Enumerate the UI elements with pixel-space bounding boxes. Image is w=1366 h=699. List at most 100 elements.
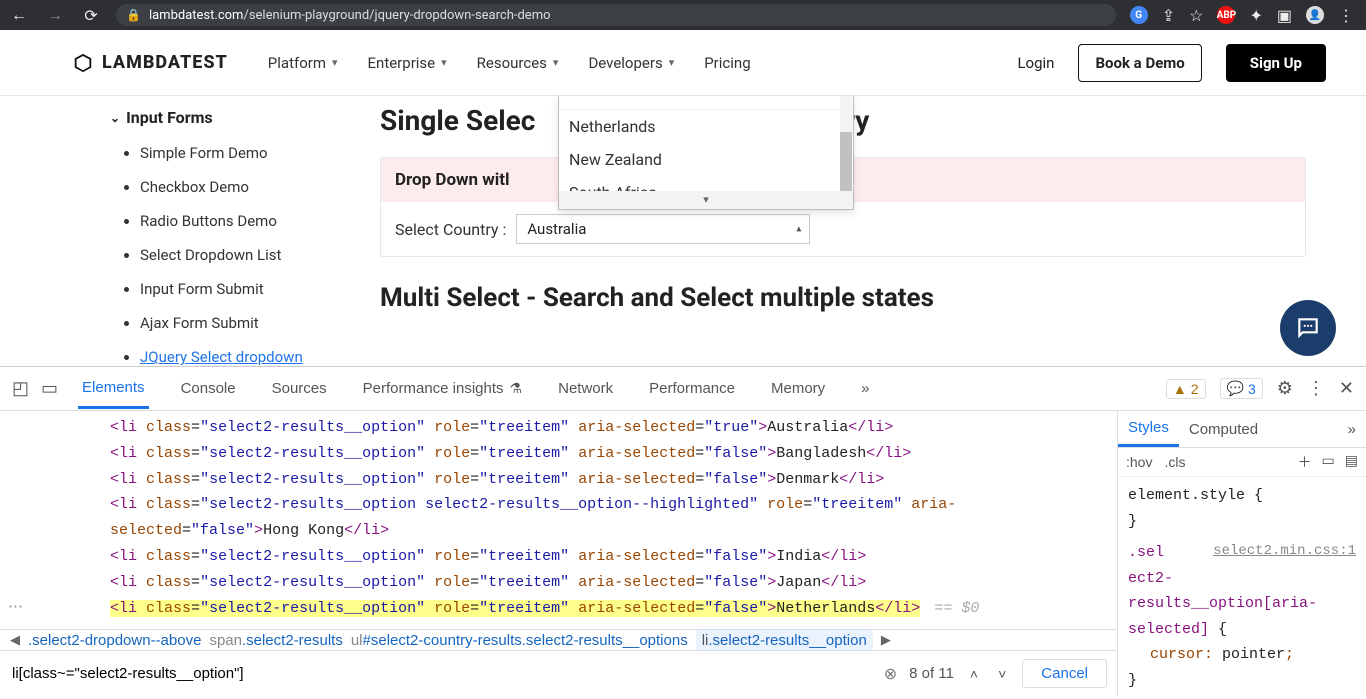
styles-tabs: Styles Computed » [1118,411,1366,448]
header-actions: Login Book a Demo Sign Up [1017,44,1326,82]
dropdown-option-cut[interactable] [559,96,853,110]
forward-button[interactable]: → [44,5,66,25]
styles-tab-styles[interactable]: Styles [1118,411,1179,447]
nav-resources[interactable]: Resources▾ [477,54,559,72]
search-prev[interactable]: ˄ [966,666,982,682]
devtools: ◰ ▭ Elements Console Sources Performance… [0,366,1366,696]
search-count: 8 of 11 [909,665,954,682]
search-input[interactable] [10,661,872,686]
breadcrumb-item[interactable]: span.select2-results [209,632,342,649]
page-content: ⌄ Input Forms Simple Form Demo Checkbox … [0,96,1366,366]
logo-mark-icon [72,52,94,74]
clear-search-icon[interactable]: ⊗ [884,664,897,684]
scroll-thumb[interactable] [840,132,852,191]
messages-badge[interactable]: 💬3 [1220,378,1263,399]
breadcrumb-right[interactable]: ▶ [881,632,891,648]
devtools-tabs: Elements Console Sources Performance ins… [78,369,873,409]
chat-fab[interactable] [1280,300,1336,356]
chevron-down-icon: ▾ [441,56,447,69]
devtools-body: ⋯ <li class="select2-results__option" ro… [0,411,1366,696]
inspect-icon[interactable]: ◰ [12,378,29,400]
dropdown-option[interactable]: New Zealand [559,143,853,176]
chevron-down-icon: ▾ [553,56,559,69]
sidebar-item-jquery-select[interactable]: JQuery Select dropdown [140,345,310,369]
nav-pricing[interactable]: Pricing [704,54,750,72]
url-bar[interactable]: 🔒 lambdatest.com/selenium-playground/jqu… [116,4,1116,26]
search-cancel-button[interactable]: Cancel [1022,659,1107,688]
device-preview-icon[interactable]: ▭ [1322,452,1335,472]
kebab-icon[interactable]: ⋮ [1307,378,1325,399]
breadcrumb-item[interactable]: ul#select2-country-results.select2-resul… [351,632,688,649]
breadcrumb-left[interactable]: ◀ [10,632,20,648]
search-next[interactable]: ˅ [994,666,1010,682]
styles-toolbar: :hov .cls ＋ ▭ ▤ [1118,448,1366,477]
scroll-down-arrow[interactable]: ▾ [559,191,853,209]
css-source-link[interactable]: select2.min.css:1 [1213,540,1356,564]
breadcrumb-item[interactable]: .select2-dropdown--above [28,632,201,649]
styles-code[interactable]: element.style { } select2.min.css:1.sel … [1118,477,1366,699]
login-link[interactable]: Login [1017,54,1054,72]
lock-icon: 🔒 [126,8,141,22]
close-devtools-icon[interactable]: ✕ [1339,378,1354,399]
device-icon[interactable]: ▭ [41,378,58,400]
sidebar-item-ajax-form[interactable]: Ajax Form Submit [140,311,310,335]
share-icon[interactable]: ⇪ [1162,6,1175,25]
tab-more[interactable]: » [857,370,873,407]
breadcrumb-item-active[interactable]: li.select2-results__option [696,630,873,650]
dropdown-option[interactable]: Netherlands [559,110,853,143]
bookmark-icon[interactable]: ☆ [1189,6,1203,25]
app-header: LAMBDATEST Platform▾ Enterprise▾ Resourc… [0,30,1366,96]
menu-icon[interactable]: ⋮ [1338,6,1354,25]
reload-button[interactable]: ⟳ [80,6,102,25]
collapse-icon[interactable]: ▤ [1345,452,1358,472]
tab-sources[interactable]: Sources [268,370,331,407]
back-button[interactable]: ← [8,5,30,25]
nav-platform[interactable]: Platform▾ [268,54,338,72]
sidebar-section-title[interactable]: ⌄ Input Forms [110,108,310,127]
logo-text: LAMBDATEST [102,52,228,73]
book-demo-button[interactable]: Book a Demo [1078,44,1201,82]
country-select[interactable]: Australia ▴ [516,214,810,244]
tab-perf-insights[interactable]: Performance insights⚗ [359,370,526,407]
chevron-down-icon: ⌄ [110,111,120,125]
hov-toggle[interactable]: :hov [1126,454,1152,470]
caret-up-icon: ▴ [796,224,801,235]
search-bar: ⊗ 8 of 11 ˄ ˅ Cancel [0,650,1117,696]
warnings-badge[interactable]: ▲2 [1166,379,1206,399]
settings-icon[interactable]: ⚙ [1277,378,1293,399]
sidebar-item-checkbox[interactable]: Checkbox Demo [140,175,310,199]
cls-toggle[interactable]: .cls [1164,454,1185,470]
tab-memory[interactable]: Memory [767,370,829,407]
dropdown-scrollbar[interactable] [840,96,852,191]
overflow-dots-icon[interactable]: ⋯ [8,595,23,621]
extensions-icon[interactable]: ✦ [1249,6,1262,25]
styles-tab-more[interactable]: » [1338,421,1366,438]
sidebar-list: Simple Form Demo Checkbox Demo Radio But… [110,141,310,369]
sidebar-item-radio[interactable]: Radio Buttons Demo [140,209,310,233]
devtools-top-actions: ▲2 💬3 ⚙ ⋮ ✕ [1166,378,1354,399]
select-country-label: Select Country : [395,220,506,239]
sidebar-item-simple-form[interactable]: Simple Form Demo [140,141,310,165]
nav-developers[interactable]: Developers▾ [588,54,674,72]
tab-network[interactable]: Network [554,370,617,407]
profile-avatar[interactable]: 👤 [1306,6,1324,24]
country-dropdown-open: Netherlands New Zealand South Africa ▾ [558,96,854,210]
chrome-actions: G ⇪ ☆ ABP ✦ ▣ 👤 ⋮ [1130,6,1358,25]
google-icon[interactable]: G [1130,6,1148,24]
breadcrumb: ◀ .select2-dropdown--above span.select2-… [0,629,1117,650]
styles-panel: Styles Computed » :hov .cls ＋ ▭ ▤ elemen… [1118,411,1366,696]
sidebar-item-select-dd[interactable]: Select Dropdown List [140,243,310,267]
panel-icon[interactable]: ▣ [1277,6,1292,25]
tab-console[interactable]: Console [177,370,240,407]
multi-select-heading: Multi Select - Search and Select multipl… [380,283,1306,313]
sidebar-item-input-form[interactable]: Input Form Submit [140,277,310,301]
logo[interactable]: LAMBDATEST [72,52,228,74]
tab-elements[interactable]: Elements [78,369,149,409]
nav-enterprise[interactable]: Enterprise▾ [368,54,447,72]
tab-performance[interactable]: Performance [645,370,739,407]
new-style-icon[interactable]: ＋ [1298,452,1312,472]
signup-button[interactable]: Sign Up [1226,44,1326,82]
styles-tab-computed[interactable]: Computed [1179,413,1268,446]
dom-tree[interactable]: ⋯ <li class="select2-results__option" ro… [0,411,1117,629]
adblock-icon[interactable]: ABP [1217,6,1235,24]
